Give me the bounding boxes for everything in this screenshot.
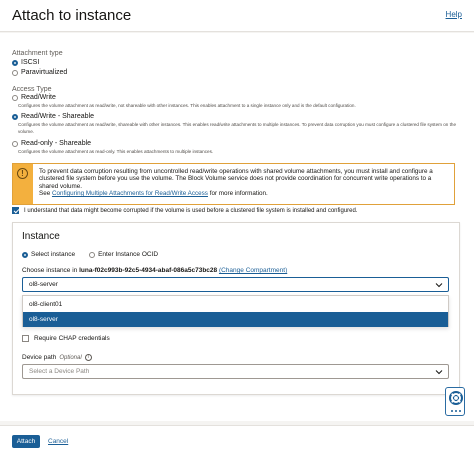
radio-unselected-icon[interactable] xyxy=(12,140,18,147)
warning-banner: ! To prevent data corruption resulting f… xyxy=(12,163,455,205)
warning-message: To prevent data corruption resulting fro… xyxy=(39,168,433,190)
dialog-title: Attach to instance xyxy=(12,7,132,24)
select-instance-label: Select instance xyxy=(31,251,76,258)
chevron-down-icon[interactable] xyxy=(435,368,443,376)
attach-button[interactable]: Attach xyxy=(12,435,40,448)
instance-card: Instance Select instance Enter Instance … xyxy=(12,222,460,395)
cancel-button[interactable]: Cancel xyxy=(48,438,68,445)
multiple-attachments-link[interactable]: Configuring Multiple Attachments for Rea… xyxy=(52,190,208,197)
instance-title: Instance xyxy=(22,231,60,242)
dialog-header: Attach to instance Help xyxy=(0,0,474,32)
instance-select-value: ol8-server xyxy=(29,281,58,288)
lifebuoy-icon[interactable] xyxy=(446,388,466,417)
access-type-read-write-shareable-description: Configures the volume attachment as read… xyxy=(18,122,456,134)
device-path-select[interactable]: Select a Device Path xyxy=(22,364,449,379)
acknowledge-label: I understand that data might become corr… xyxy=(24,207,358,214)
radio-unselected-icon[interactable] xyxy=(89,251,96,258)
device-path-label-row: Device path Optional i xyxy=(22,354,92,361)
choose-instance-label: Choose instance in luna-f02c993b-92c5-49… xyxy=(22,267,287,274)
chevron-down-icon[interactable] xyxy=(435,281,443,289)
warning-text-block: To prevent data corruption resulting fro… xyxy=(39,168,449,198)
enter-ocid-option[interactable]: Enter Instance OCID xyxy=(89,251,158,258)
dialog-footer: Attach Cancel xyxy=(0,425,474,453)
acknowledge-checkbox[interactable] xyxy=(12,207,19,214)
radio-selected-icon[interactable] xyxy=(22,251,28,258)
help-widget[interactable] xyxy=(445,387,465,416)
instance-select[interactable]: ol8-server xyxy=(22,277,449,292)
radio-selected-icon[interactable] xyxy=(12,59,18,66)
dropdown-option[interactable]: ol8-client01 xyxy=(23,297,448,312)
access-type-read-only-shareable-label: Read-only - Shareable xyxy=(21,140,92,147)
acknowledge-row[interactable]: I understand that data might become corr… xyxy=(12,207,358,214)
access-type-read-write-shareable[interactable]: Read/Write - Shareable xyxy=(12,113,94,120)
radio-unselected-icon[interactable] xyxy=(12,69,18,76)
access-type-read-only-shareable[interactable]: Read-only - Shareable xyxy=(12,140,91,147)
access-type-read-write-shareable-label: Read/Write - Shareable xyxy=(21,113,95,120)
instance-mode-group: Select instance Enter Instance OCID xyxy=(22,251,158,258)
attachment-type-paravirtualized-label: Paravirtualized xyxy=(21,69,68,76)
access-type-read-write-description: Configures the volume attachment as read… xyxy=(18,103,356,108)
compartment-name: luna-f02c993b-92c5-4934-abaf-086a5c73bc2… xyxy=(79,267,218,274)
access-type-read-only-shareable-description: Configures the volume attachment as read… xyxy=(18,149,214,154)
choose-prefix: Choose instance in xyxy=(22,267,78,274)
attachment-type-iscsi-label: ISCSI xyxy=(21,59,40,66)
info-icon[interactable]: i xyxy=(84,354,92,361)
device-path-label: Device path xyxy=(22,354,57,361)
chap-checkbox[interactable] xyxy=(22,335,29,342)
access-type-read-write[interactable]: Read/Write xyxy=(12,94,56,101)
select-instance-option[interactable]: Select instance xyxy=(22,251,75,258)
instance-dropdown-list: ol8-client01 ol8-server xyxy=(22,295,449,327)
chap-row[interactable]: Require CHAP credentials xyxy=(22,335,110,342)
enter-ocid-label: Enter Instance OCID xyxy=(98,251,159,258)
access-type-label: Access Type xyxy=(12,86,52,93)
radio-selected-icon[interactable] xyxy=(12,113,18,120)
change-compartment-link[interactable]: (Change Compartment) xyxy=(219,267,287,274)
access-type-read-write-label: Read/Write xyxy=(21,94,56,101)
warning-strip: ! xyxy=(13,164,33,204)
device-path-optional: Optional xyxy=(59,354,82,361)
chap-label: Require CHAP credentials xyxy=(34,335,110,342)
attachment-type-paravirtualized[interactable]: Paravirtualized xyxy=(12,69,67,76)
attachment-type-label: Attachment type xyxy=(12,50,63,57)
dropdown-option-selected[interactable]: ol8-server xyxy=(23,312,448,327)
attachment-type-iscsi[interactable]: ISCSI xyxy=(12,59,39,66)
warning-see-suffix: for more information. xyxy=(209,190,268,198)
warning-icon: ! xyxy=(17,168,28,179)
device-path-placeholder: Select a Device Path xyxy=(29,368,90,375)
warning-see-prefix: See xyxy=(39,190,51,198)
radio-unselected-icon[interactable] xyxy=(12,94,18,101)
help-link[interactable]: Help xyxy=(446,10,462,19)
